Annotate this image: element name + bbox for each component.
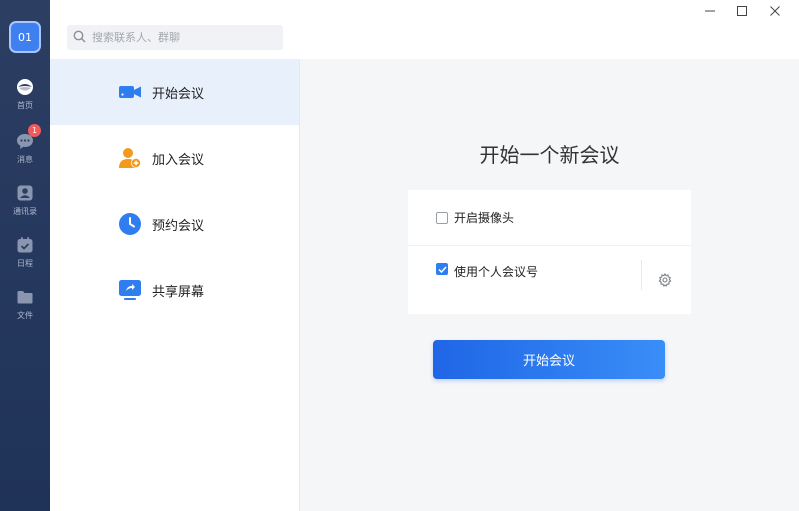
search-icon [73,28,86,47]
sidebar-item-label: 文件 [17,311,33,320]
home-icon [16,78,34,96]
message-icon: 1 [16,124,41,150]
share-screen-icon [118,278,142,302]
sidebar-item-label: 通讯录 [13,207,37,216]
clock-icon [118,212,142,236]
option-label: 使用个人会议号 [454,265,539,279]
option-camera[interactable]: 开启摄像头 [408,190,691,245]
menu-item-label: 预约会议 [152,218,205,234]
menu-item-join-meeting[interactable]: 加入会议 [50,125,299,191]
close-icon [770,1,780,20]
start-meeting-button[interactable]: 开始会议 [433,340,665,379]
maximize-icon [737,1,747,20]
sidebar-item-label: 消息 [17,155,33,164]
avatar[interactable]: 01 [9,21,41,53]
join-user-icon [118,146,142,170]
main-panel: 开始一个新会议 开启摄像头 使用个人会议号 开始会议 [300,59,799,511]
minimize-button[interactable] [696,2,724,18]
option-separator [641,260,642,290]
sidebar-item-home[interactable]: 首页 [0,78,50,110]
menu-item-label: 共享屏幕 [152,284,205,300]
search-bar[interactable] [67,25,283,50]
gear-icon[interactable] [658,272,672,287]
search-input[interactable] [92,31,272,44]
page-title: 开始一个新会议 [479,143,620,167]
meeting-menu: 开始会议 加入会议 预约会议 共享屏幕 [50,59,299,511]
close-button[interactable] [761,2,789,18]
sidebar-item-calendar[interactable]: 日程 [0,236,50,268]
camera-checkbox[interactable] [436,211,448,224]
sidebar-item-label: 首页 [17,101,33,110]
sidebar-item-contacts[interactable]: 通讯录 [0,184,50,216]
menu-item-start-meeting[interactable]: 开始会议 [50,59,299,125]
option-label: 开启摄像头 [454,211,515,225]
menu-item-share-screen[interactable]: 共享屏幕 [50,257,299,323]
contacts-icon [16,184,34,202]
folder-icon [16,288,34,306]
menu-item-label: 加入会议 [152,152,205,168]
menu-item-schedule-meeting[interactable]: 预约会议 [50,191,299,257]
option-personal-meeting-id[interactable]: 使用个人会议号 [408,246,691,314]
left-rail: 01 首页 1 消息 通讯录 日程 文件 [0,0,50,511]
video-camera-icon [118,80,142,104]
sidebar-item-label: 日程 [17,259,33,268]
menu-item-label: 开始会议 [152,86,205,102]
unread-badge: 1 [28,124,41,137]
sidebar-item-messages[interactable]: 1 消息 [0,124,50,164]
maximize-button[interactable] [728,2,756,18]
minimize-icon [705,1,715,20]
calendar-icon [16,236,34,254]
personal-id-checkbox[interactable] [436,263,448,275]
sidebar-item-files[interactable]: 文件 [0,288,50,320]
meeting-options-card: 开启摄像头 使用个人会议号 [408,190,691,314]
